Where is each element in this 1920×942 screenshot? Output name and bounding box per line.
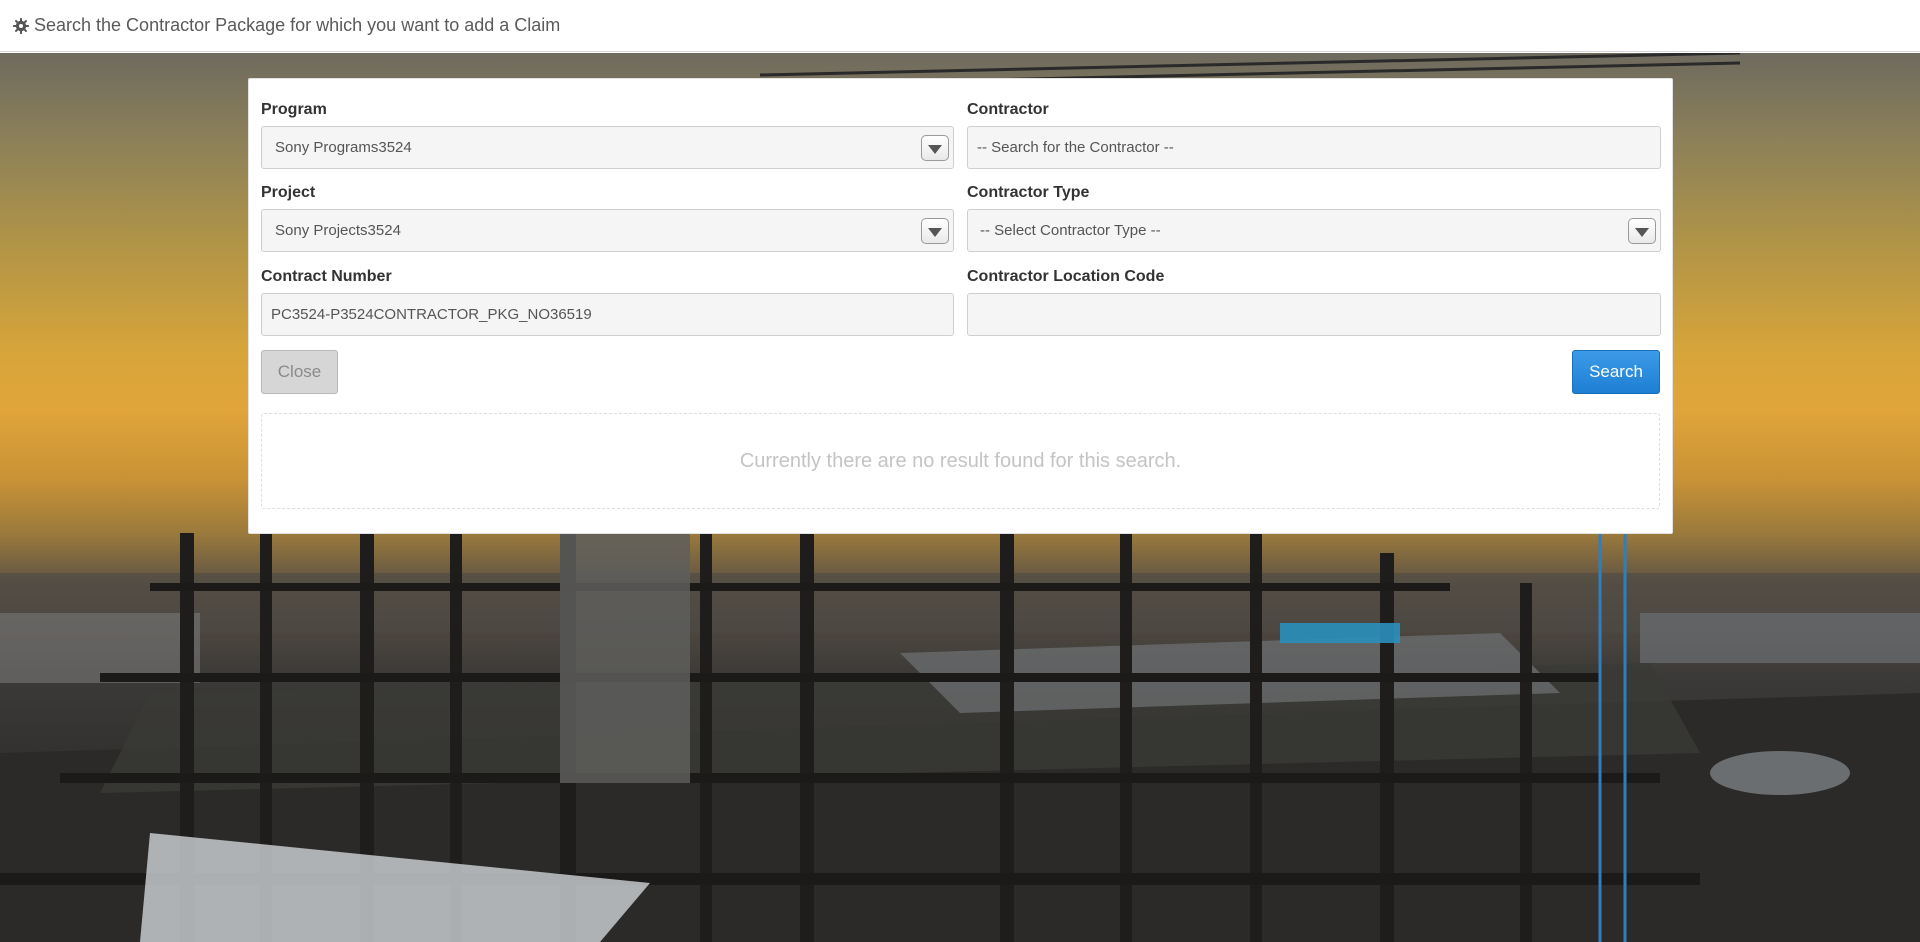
contractor-placeholder: -- Search for the Contractor -- [977,139,1174,156]
project-value: Sony Projects3524 [275,222,401,239]
empty-results-message: Currently there are no result found for … [739,449,1182,472]
chevron-down-icon[interactable] [921,218,949,244]
contractor-type-value: -- Select Contractor Type -- [980,222,1161,239]
contractor-label: Contractor [967,101,1049,118]
project-select[interactable]: Sony Projects3524 [261,209,954,252]
contract-number-value: PC3524-P3524CONTRACTOR_PKG_NO36519 [271,306,592,323]
results-panel: Currently there are no result found for … [261,413,1660,509]
program-value: Sony Programs3524 [275,139,412,156]
contract-number-input[interactable]: PC3524-P3524CONTRACTOR_PKG_NO36519 [261,293,954,336]
gear-icon [12,17,30,35]
program-label: Program [261,101,327,118]
chevron-down-icon[interactable] [921,135,949,161]
contractor-type-label: Contractor Type [967,184,1090,201]
program-select[interactable]: Sony Programs3524 [261,126,954,169]
contract-number-label: Contract Number [261,268,392,285]
contractor-location-code-input[interactable] [967,293,1661,336]
contractor-location-code-label: Contractor Location Code [967,268,1165,285]
contractor-type-select[interactable]: -- Select Contractor Type -- [967,209,1661,252]
contractor-search-input[interactable]: -- Search for the Contractor -- [967,126,1661,169]
search-card: Program Sony Programs3524 Contractor -- … [248,78,1673,534]
search-button[interactable]: Search [1572,350,1660,394]
close-button[interactable]: Close [261,350,338,394]
page-title: Search the Contractor Package for which … [34,15,561,35]
project-label: Project [261,184,316,201]
chevron-down-icon[interactable] [1628,218,1656,244]
page-header: Search the Contractor Package for which … [0,0,1920,52]
